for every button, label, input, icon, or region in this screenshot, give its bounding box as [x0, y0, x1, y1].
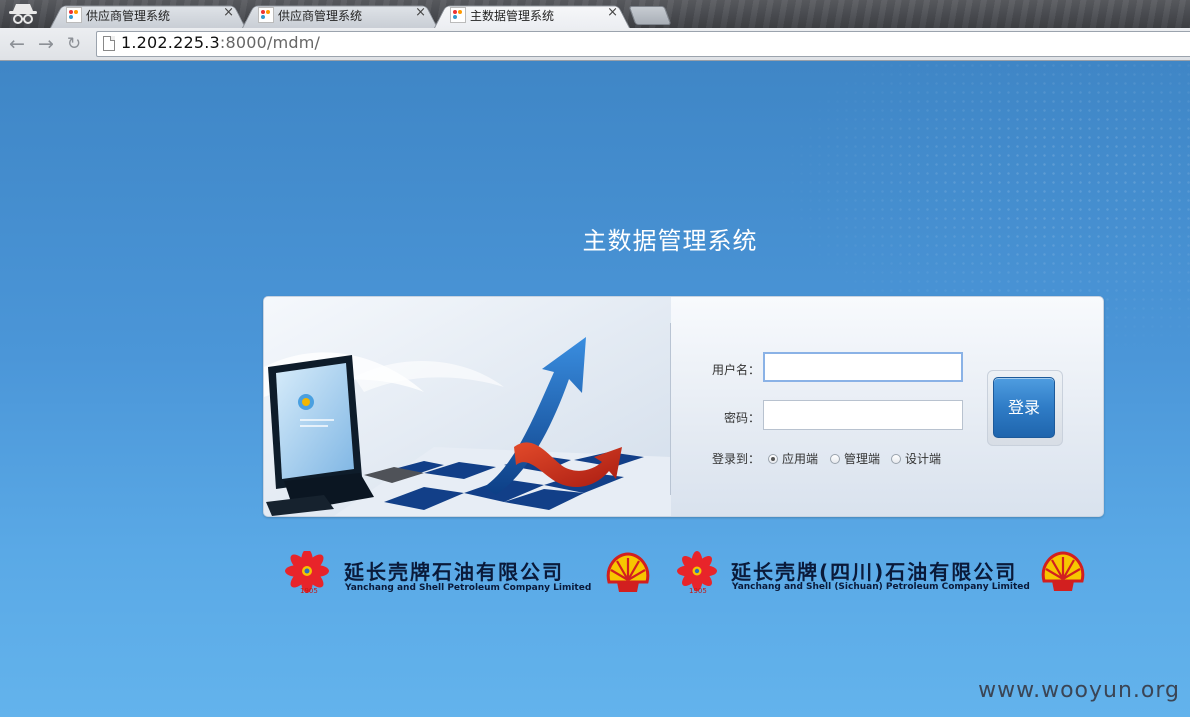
- tab-title: 主数据管理系统: [470, 9, 555, 23]
- username-input[interactable]: [763, 352, 963, 382]
- reload-icon[interactable]: ↻: [63, 33, 85, 55]
- url-text: 1.202.225.3:8000/mdm/: [121, 33, 321, 52]
- favicon-icon: [66, 7, 82, 23]
- forward-arrow-icon[interactable]: →: [35, 33, 57, 55]
- incognito-icon: [9, 4, 37, 24]
- yanchang-flower-logo-icon: 1905: [285, 551, 329, 595]
- password-input[interactable]: [763, 400, 963, 430]
- shell-logo-icon: [606, 552, 650, 592]
- watermark-text: www.wooyun.org: [978, 678, 1180, 703]
- company-name-cn: 延长壳牌石油有限公司: [344, 560, 564, 584]
- tab-close-icon[interactable]: ×: [223, 5, 234, 20]
- tab-supplier-2[interactable]: 供应商管理系统 ×: [242, 2, 438, 28]
- tab-mdm-active[interactable]: 主数据管理系统 ×: [434, 2, 630, 28]
- company-name-en: Yanchang and Shell (Sichuan) Petroleum C…: [732, 582, 1030, 592]
- back-arrow-icon[interactable]: ←: [6, 33, 28, 55]
- favicon-icon: [258, 7, 274, 23]
- panel-divider: [670, 323, 671, 495]
- company-name-cn: 延长壳牌(四川)石油有限公司: [731, 560, 1018, 584]
- svg-text:1905: 1905: [300, 587, 318, 595]
- page-icon: [103, 36, 115, 51]
- favicon-icon: [450, 7, 466, 23]
- login-button-frame: 登录: [987, 370, 1063, 446]
- monitor-chessboard-illustration: [264, 297, 671, 516]
- address-bar[interactable]: 1.202.225.3:8000/mdm/: [96, 31, 1190, 57]
- login-panel: 用户名： 密码： 登录到： 应用端 管理端 设计端 登录: [263, 296, 1104, 517]
- new-tab-button[interactable]: [628, 6, 672, 25]
- radio-admin-client[interactable]: 管理端: [830, 450, 880, 467]
- shell-logo-icon: [1041, 551, 1085, 591]
- tab-close-icon[interactable]: ×: [607, 5, 618, 20]
- radio-app-client[interactable]: 应用端: [768, 450, 818, 467]
- login-to-label: 登录到：: [711, 452, 760, 466]
- tab-title: 供应商管理系统: [278, 9, 363, 23]
- company-name-en: Yanchang and Shell Petroleum Company Lim…: [345, 583, 592, 593]
- tab-supplier-1[interactable]: 供应商管理系统 ×: [50, 2, 246, 28]
- password-label: 密码：: [723, 411, 760, 425]
- page-title: 主数据管理系统: [582, 227, 758, 255]
- browser-toolbar: ← → ↻ 1.202.225.3:8000/mdm/: [0, 28, 1190, 61]
- tab-close-icon[interactable]: ×: [415, 5, 426, 20]
- tab-title: 供应商管理系统: [86, 9, 171, 23]
- svg-text:1905: 1905: [689, 587, 707, 595]
- username-label: 用户名：: [711, 363, 760, 377]
- login-page: 主数据管理系统 用户名： 密码： 登录到： 应用端 管理端 设计端 登录 190…: [0, 61, 1190, 717]
- yanchang-flower-logo-icon: 1905: [677, 551, 717, 595]
- login-button[interactable]: 登录: [993, 377, 1055, 438]
- radio-design-client[interactable]: 设计端: [891, 450, 941, 467]
